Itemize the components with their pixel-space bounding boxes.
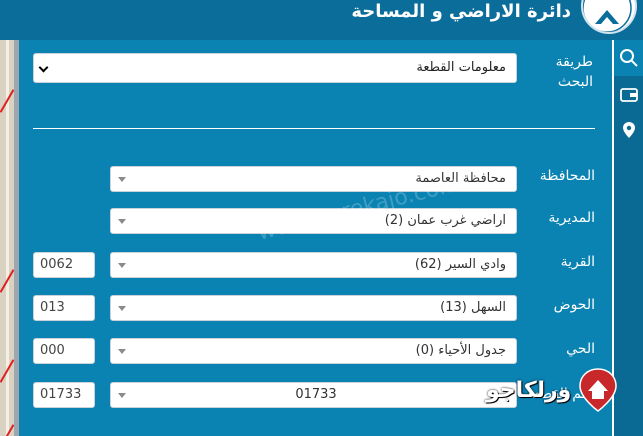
district-code-field[interactable]: 000 xyxy=(33,338,95,364)
brand-text: ورلكاجو xyxy=(486,377,572,403)
caret-down-icon xyxy=(118,263,126,268)
parcel-select[interactable]: 01733 xyxy=(110,382,517,408)
basin-label: الحوض xyxy=(553,297,595,313)
district-label: الحي xyxy=(566,341,595,357)
governorate-label: المحافظة xyxy=(539,168,595,184)
caret-down-icon xyxy=(118,177,126,182)
directorate-label: المديرية xyxy=(548,210,595,226)
search-method-value: معلومات القطعة xyxy=(416,60,506,75)
caret-down-icon xyxy=(118,349,126,354)
map-view[interactable] xyxy=(0,40,14,436)
location-pin-icon xyxy=(622,122,635,138)
divider xyxy=(33,128,595,129)
directorate-value: اراضي غرب عمان (2) xyxy=(384,213,506,228)
dls-logo-icon xyxy=(581,0,637,34)
wallet-icon xyxy=(619,88,638,102)
chevron-down-icon xyxy=(38,62,49,73)
search-method-select[interactable]: معلومات القطعة xyxy=(33,53,517,83)
basin-code-field[interactable]: 013 xyxy=(33,295,95,321)
caret-down-icon xyxy=(118,306,126,311)
app-title: دائرة الاراضي و المساحة xyxy=(351,1,571,22)
tab-search[interactable] xyxy=(614,40,643,76)
basin-select[interactable]: السهل (13) xyxy=(110,295,517,321)
village-value: وادي السير (62) xyxy=(414,257,506,272)
village-label: القرية xyxy=(560,254,595,270)
brand-pin-icon xyxy=(579,368,618,412)
search-method-label: طريقة البحث xyxy=(555,54,593,90)
district-select[interactable]: جدول الأحياء (0) xyxy=(110,338,517,364)
village-code-field[interactable]: 0062 xyxy=(33,252,95,278)
app-header: دائرة الاراضي و المساحة xyxy=(0,0,643,40)
search-icon xyxy=(619,49,638,67)
tab-location[interactable] xyxy=(614,112,643,148)
panel-resize-handle[interactable] xyxy=(14,40,19,436)
parcel-value: 01733 xyxy=(295,387,337,402)
village-select[interactable]: وادي السير (62) xyxy=(110,252,517,278)
parcel-code-field[interactable]: 01733 xyxy=(33,382,95,408)
brand-overlay: ورلكاجو xyxy=(486,367,619,413)
caret-down-icon xyxy=(118,219,126,224)
tab-wallet[interactable] xyxy=(614,76,643,112)
basin-value: السهل (13) xyxy=(440,300,506,315)
district-value: جدول الأحياء (0) xyxy=(415,343,506,358)
caret-down-icon xyxy=(118,393,126,398)
